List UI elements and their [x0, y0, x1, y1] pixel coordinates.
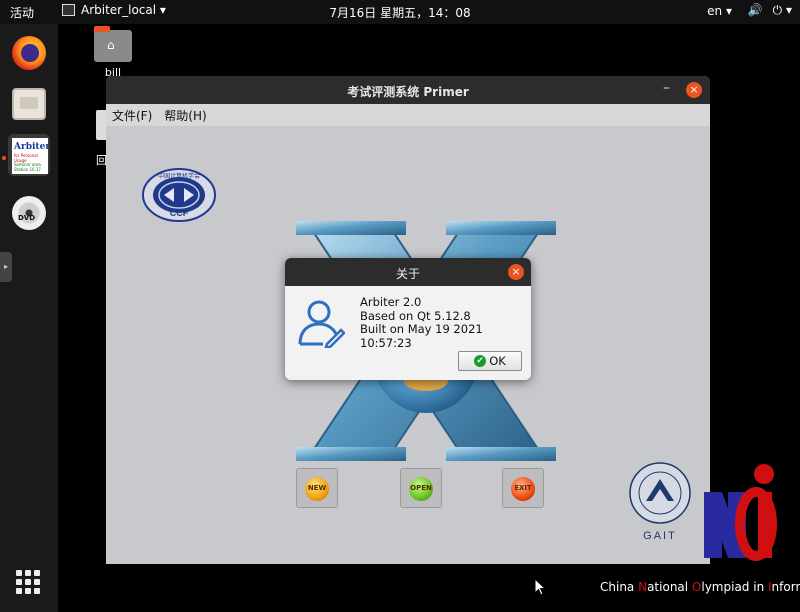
menu-bar: 文件(F) 帮助(H) — [106, 104, 710, 126]
dock: Arbiter for Personal Usage Seminar area S… — [0, 24, 58, 612]
ccf-ring-text: 中国计算机学会 — [158, 172, 200, 180]
about-line-build: Built on May 19 2021 10:57:23 — [360, 322, 483, 350]
about-dialog-text: Arbiter 2.0 Based on Qt 5.12.8 Built on … — [360, 295, 531, 350]
open-button[interactable]: OPEN — [400, 468, 442, 508]
user-icon — [298, 300, 345, 348]
show-applications-icon[interactable] — [8, 564, 50, 606]
gait-logo: GAIT — [629, 462, 691, 542]
language-indicator[interactable]: en ▾ — [707, 4, 732, 18]
ok-button[interactable]: ✔ OK — [458, 351, 522, 371]
main-titlebar[interactable]: 考试评测系统 Primer – × — [106, 76, 710, 104]
exit-button[interactable]: EXIT — [502, 468, 544, 508]
ccf-logo: CCF 中国计算机学会 — [142, 168, 216, 222]
noi-caption: China National Olympiad in Informatics — [600, 580, 800, 594]
app-menu[interactable]: Arbiter_local ▾ — [62, 3, 166, 17]
about-dialog-close-button[interactable]: × — [508, 264, 524, 280]
close-button[interactable]: × — [686, 82, 702, 98]
running-indicator — [2, 156, 6, 160]
menu-help[interactable]: 帮助(H) — [164, 107, 206, 124]
dvd-icon[interactable]: DVD — [8, 192, 50, 234]
check-icon: ✔ — [474, 355, 487, 367]
activities-button[interactable]: 活动 — [10, 4, 34, 21]
about-line-version: Arbiter 2.0 — [360, 295, 422, 309]
home-folder-icon: ⌂ — [94, 26, 132, 62]
app-menu-label: Arbiter_local ▾ — [81, 3, 166, 17]
arbiter-icon-lines: Seminar area Station 10.17 — [14, 162, 41, 172]
volume-icon[interactable]: 🔊 — [748, 3, 763, 18]
main-window-title: 考试评测系统 Primer — [347, 85, 469, 99]
new-button[interactable]: NEW — [296, 468, 338, 508]
about-dialog: 关于 × Arbiter 2.0 Based on Qt 5.12.8 Buil… — [285, 258, 531, 380]
mouse-cursor-icon — [534, 578, 546, 596]
open-button-label: OPEN — [410, 484, 432, 492]
clock[interactable]: 7月16日 星期五，14：08 — [329, 6, 470, 20]
ccf-text: CCF — [170, 208, 189, 218]
files-icon[interactable] — [8, 84, 50, 126]
system-tray[interactable]: 🔊 ⏻ ▾ — [748, 3, 792, 18]
menu-file[interactable]: 文件(F) — [112, 107, 152, 124]
new-button-label: NEW — [307, 484, 327, 492]
noi-logo — [704, 464, 777, 561]
arbiter-icon[interactable]: Arbiter for Personal Usage Seminar area S… — [8, 134, 50, 176]
about-dialog-title: 关于 — [395, 267, 420, 281]
gait-text: GAIT — [643, 530, 677, 542]
power-menu-icon[interactable]: ⏻ ▾ — [773, 3, 792, 18]
ok-button-label: OK — [489, 354, 506, 368]
exit-button-label: EXIT — [514, 484, 532, 492]
about-line-qt: Based on Qt 5.12.8 — [360, 308, 471, 323]
dock-expand-handle[interactable]: ▸ — [0, 252, 12, 282]
about-dialog-titlebar[interactable]: 关于 × — [285, 258, 531, 286]
dvd-label: DVD — [18, 214, 36, 222]
desktop-home-folder[interactable]: ⌂ bill — [92, 26, 134, 79]
app-window-icon — [62, 4, 75, 16]
minimize-button[interactable]: – — [663, 80, 670, 96]
top-bar: 活动 Arbiter_local ▾ 7月16日 星期五，14：08 en ▾ … — [0, 0, 800, 24]
firefox-icon[interactable] — [8, 32, 50, 74]
arbiter-icon-title: Arbiter — [14, 142, 51, 152]
